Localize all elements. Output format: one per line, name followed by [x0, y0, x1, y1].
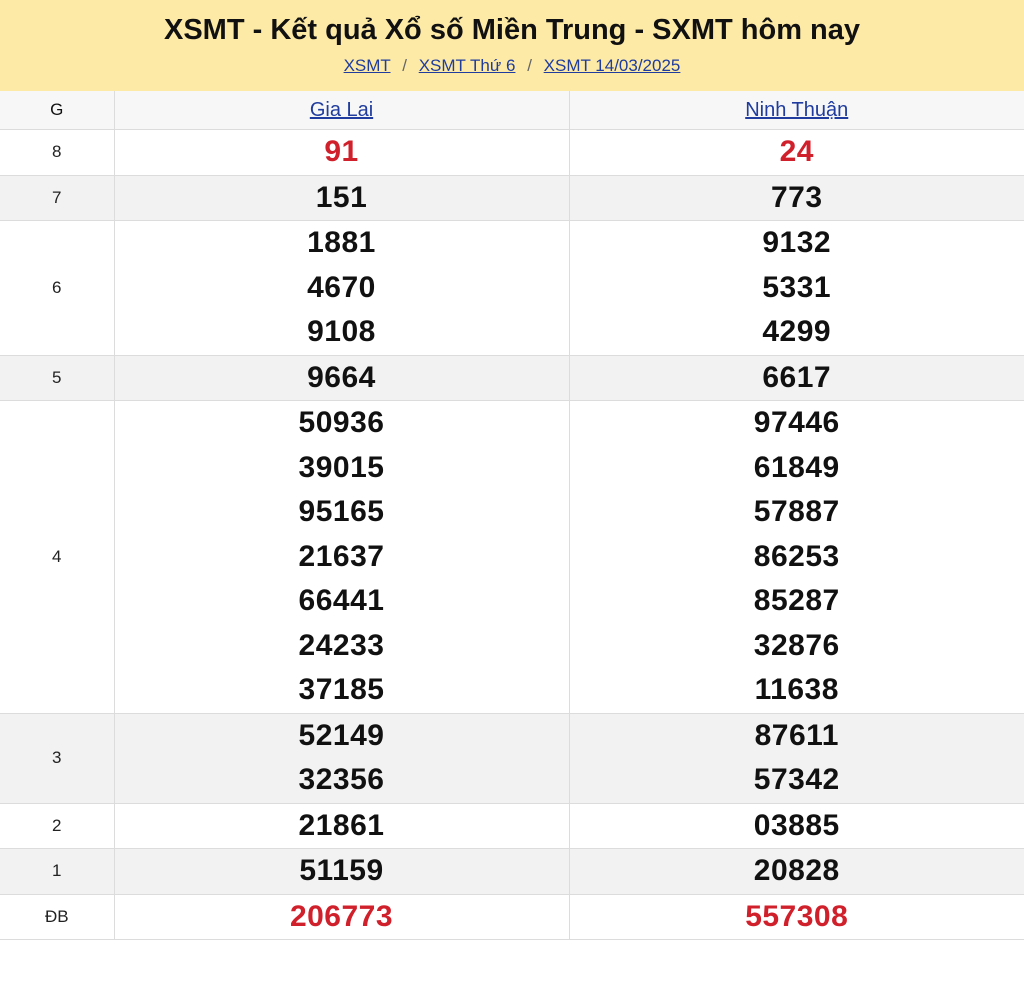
result-number: 39015: [298, 450, 385, 484]
result-number: 66441: [298, 584, 385, 617]
prize-label: 3: [0, 712, 115, 804]
result-number: 24233: [298, 628, 385, 662]
prize-label: 2: [0, 802, 115, 849]
breadcrumb: XSMT / XSMT Thứ 6 / XSMT 14/03/2025: [0, 56, 1024, 76]
highlighted-result-number: 91: [324, 135, 359, 168]
table-header-row: G Gia Lai Ninh Thuận: [0, 91, 1024, 130]
table-row: 5 9664 6617: [0, 354, 1024, 401]
result-number: 61849: [753, 450, 840, 484]
prize-label: 5: [0, 354, 115, 401]
prize-label: 6: [0, 220, 115, 356]
result-cell: 52149 32356: [113, 712, 570, 804]
breadcrumb-link-xsmt[interactable]: XSMT: [344, 56, 391, 75]
result-number: 95165: [298, 495, 385, 528]
result-cell: 51159: [113, 848, 570, 895]
table-row: 2 21861 03885: [0, 802, 1024, 849]
page: XSMT - Kết quả Xổ số Miền Trung - SXMT h…: [0, 0, 1024, 991]
province-link-ninh-thuan[interactable]: Ninh Thuận: [745, 99, 848, 121]
prize-label: 8: [0, 129, 115, 176]
result-number: 32876: [753, 628, 840, 662]
prize-column-header: G: [0, 91, 115, 130]
result-cell: 87611 57342: [568, 712, 1024, 804]
table-row: ĐB 206773 557308: [0, 893, 1024, 940]
result-number: 37185: [298, 673, 385, 706]
breadcrumb-separator: /: [402, 56, 407, 75]
province-header: Gia Lai: [113, 91, 570, 130]
table-row: 8 91 24: [0, 129, 1024, 176]
prize-label: 7: [0, 174, 115, 221]
result-number: 11638: [754, 673, 839, 706]
result-cell: 91: [113, 129, 570, 176]
result-cell: 151: [113, 174, 570, 221]
result-number: 85287: [753, 584, 840, 617]
result-cell: 206773: [113, 893, 570, 940]
result-cell: 6617: [568, 354, 1024, 401]
results-table-body: G Gia Lai Ninh Thuận 8 91 24 7 151 773 6 1881 46…: [0, 91, 1024, 940]
highlighted-result-number: 557308: [745, 899, 849, 933]
result-cell: 20828: [568, 848, 1024, 895]
result-number: 52149: [298, 718, 385, 752]
breadcrumb-link-xsmt-date[interactable]: XSMT 14/03/2025: [544, 56, 681, 75]
table-row: 1 51159 20828: [0, 848, 1024, 895]
result-cell: 773: [568, 174, 1024, 221]
result-number: 151: [315, 180, 368, 214]
result-number: 97446: [753, 406, 840, 439]
result-number: 9664: [307, 360, 376, 394]
result-cell: 21861: [113, 802, 570, 849]
result-number: 87611: [754, 718, 839, 752]
province-header: Ninh Thuận: [568, 91, 1024, 130]
result-cell: 9664: [113, 354, 570, 401]
result-number: 5331: [762, 270, 832, 304]
table-row: 7 151 773: [0, 174, 1024, 221]
page-title: XSMT - Kết quả Xổ số Miền Trung - SXMT h…: [163, 14, 861, 46]
highlighted-result-number: 24: [779, 135, 814, 168]
result-number: 21637: [298, 539, 385, 573]
result-number: 50936: [298, 406, 385, 439]
result-number: 57887: [753, 495, 840, 528]
table-row: 6 1881 4670 9108 9132 5331 4299: [0, 220, 1024, 356]
result-number: 32356: [298, 763, 385, 796]
result-number: 21861: [298, 808, 385, 842]
table-row: 4 50936 39015 95165 21637 66441 24233 37185 9744…: [0, 400, 1024, 714]
result-cell: 50936 39015 95165 21637 66441 24233 37185: [113, 400, 570, 714]
result-number: 1881: [307, 226, 376, 259]
page-header: XSMT - Kết quả Xổ số Miền Trung - SXMT h…: [0, 0, 1024, 91]
result-number: 9132: [762, 226, 832, 259]
result-number: 9108: [307, 315, 376, 348]
result-number: 773: [770, 180, 823, 214]
result-cell: 557308: [568, 893, 1024, 940]
breadcrumb-link-xsmt-weekday[interactable]: XSMT Thứ 6: [419, 56, 516, 75]
prize-label: ĐB: [0, 893, 115, 940]
table-row: 3 52149 32356 87611 57342: [0, 712, 1024, 804]
result-number: 6617: [762, 360, 832, 394]
result-number: 86253: [753, 539, 840, 573]
result-cell: 1881 4670 9108: [113, 220, 570, 356]
result-number: 57342: [753, 763, 840, 796]
result-cell: 24: [568, 129, 1024, 176]
result-number: 4670: [307, 270, 376, 304]
results-table: G Gia Lai Ninh Thuận 8 91 24 7 151 773 6 1881 46…: [0, 91, 1024, 940]
province-link-gia-lai[interactable]: Gia Lai: [310, 99, 373, 121]
result-cell: 03885: [568, 802, 1024, 849]
result-cell: 97446 61849 57887 86253 85287 32876 11638: [568, 400, 1024, 714]
result-cell: 9132 5331 4299: [568, 220, 1024, 356]
prize-label: 4: [0, 400, 115, 714]
prize-label: 1: [0, 848, 115, 895]
result-number: 51159: [299, 854, 384, 887]
breadcrumb-separator: /: [527, 56, 532, 75]
result-number: 03885: [753, 808, 840, 842]
result-number: 20828: [753, 854, 840, 887]
result-number: 4299: [762, 315, 832, 348]
highlighted-result-number: 206773: [289, 899, 394, 933]
